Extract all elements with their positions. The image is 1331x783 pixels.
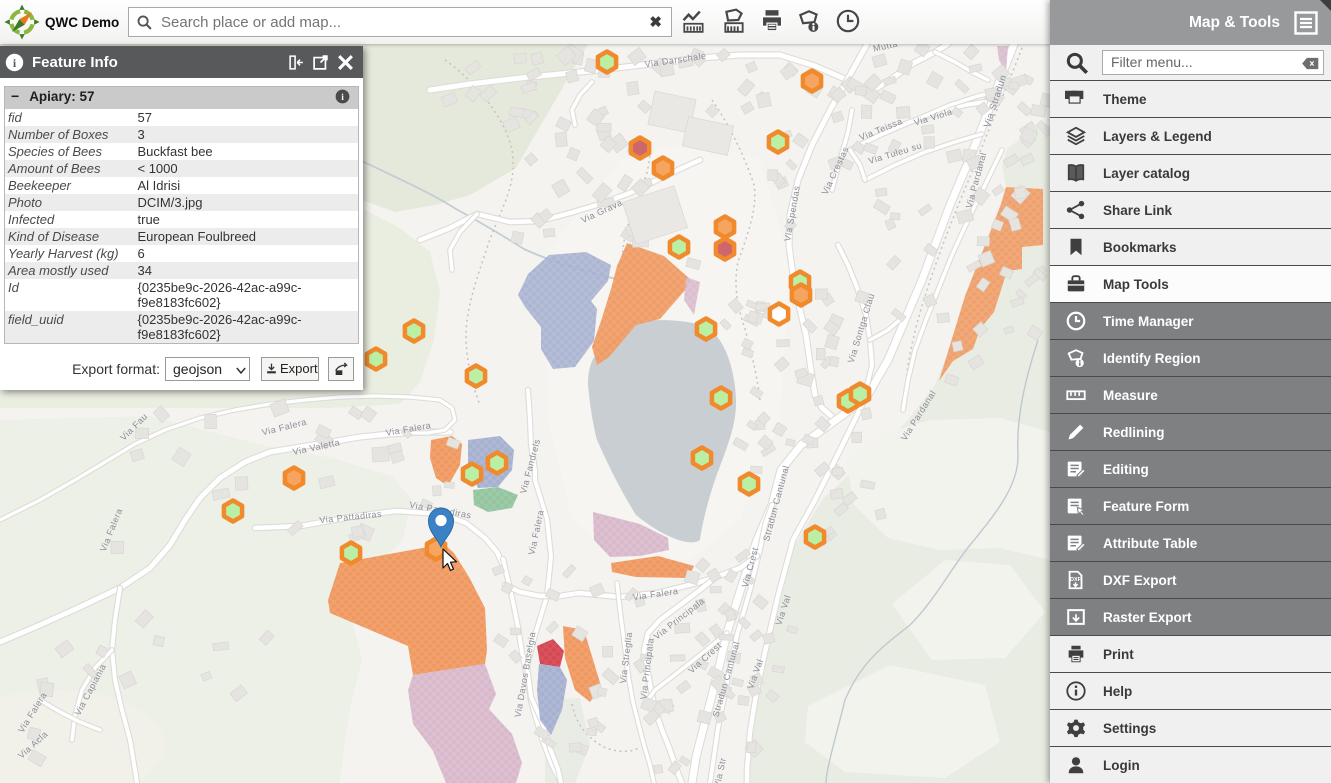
svg-text:i: i xyxy=(341,93,344,103)
svg-text:DXF: DXF xyxy=(1070,577,1082,583)
